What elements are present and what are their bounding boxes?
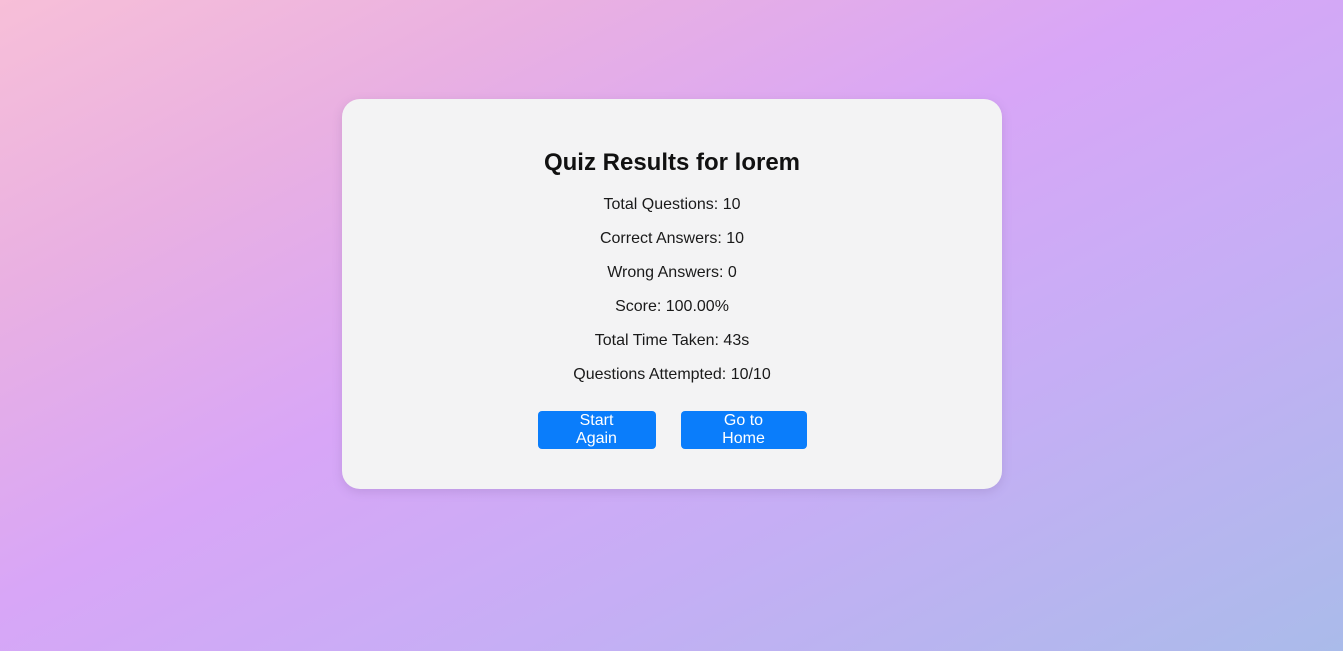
stat-score: Score: 100.00% xyxy=(615,298,729,315)
stat-questions-attempted: Questions Attempted: 10/10 xyxy=(573,366,771,383)
stat-correct-answers: Correct Answers: 10 xyxy=(599,230,745,247)
results-stats: Total Questions: 10 Correct Answers: 10 … xyxy=(342,195,1002,399)
results-card: Quiz Results for lorem Total Questions: … xyxy=(342,99,1002,489)
stat-total-questions: Total Questions: 10 xyxy=(603,196,741,213)
go-home-button[interactable]: Go to Home xyxy=(680,411,807,449)
start-again-button[interactable]: Start Again xyxy=(537,411,656,449)
results-actions: Start Again Go to Home xyxy=(342,411,1002,449)
stat-total-time: Total Time Taken: 43s xyxy=(594,332,750,349)
stat-wrong-answers: Wrong Answers: 0 xyxy=(607,264,737,281)
page-title: Quiz Results for lorem xyxy=(543,149,801,176)
